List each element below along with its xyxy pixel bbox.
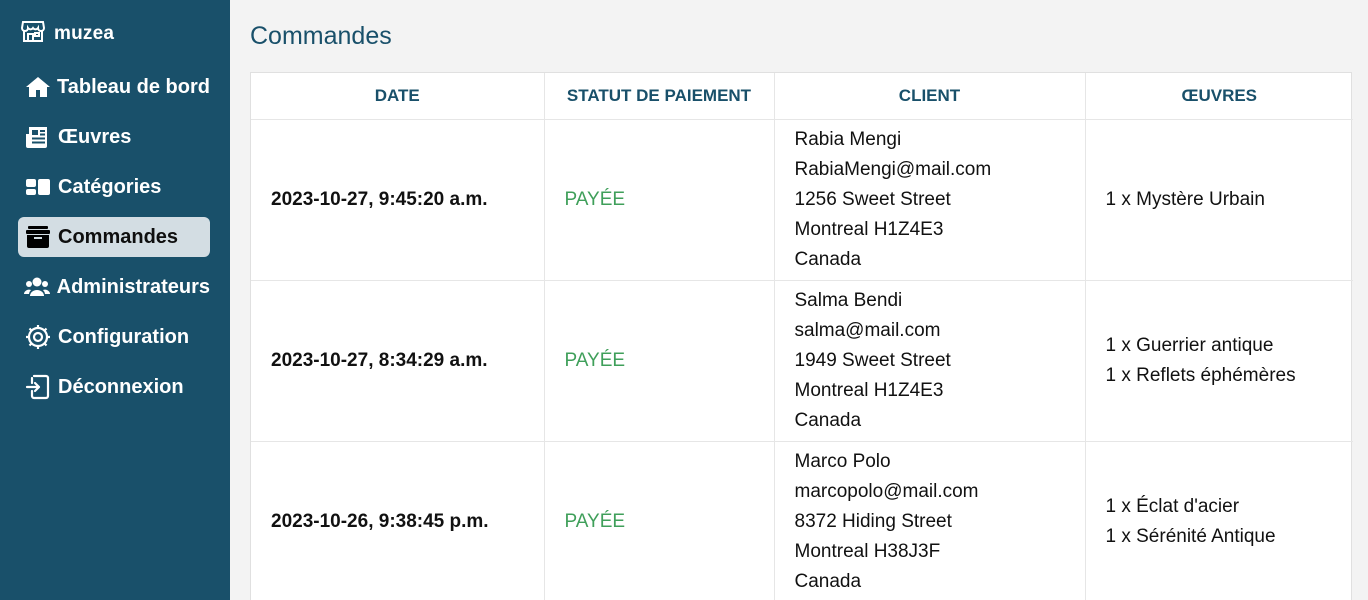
client-street: 1256 Sweet Street [794,188,951,210]
gear-icon [24,323,52,351]
sidebar-item-label: Catégories [58,175,162,198]
order-items: 1 x Mystère Urbain [1085,119,1353,281]
order-date: 2023-10-27, 8:34:29 a.m. [251,280,545,442]
table-row[interactable]: 2023-10-27, 9:45:20 a.m. PAYÉE Rabia Men… [251,119,1353,281]
newspaper-icon [24,123,52,151]
payment-status: PAYÉE [544,119,775,281]
sidebar-item-label: Administrateurs [56,275,210,298]
client-street: 1949 Sweet Street [794,349,951,371]
order-date: 2023-10-27, 9:45:20 a.m. [251,119,545,281]
sidebar-item-label: Tableau de bord [57,75,210,98]
sidebar-item-label: Œuvres [58,125,132,148]
client-email: RabiaMengi@mail.com [794,158,992,180]
client-country: Canada [794,570,862,592]
order-item: 1 x Sérénité Antique [1105,525,1276,547]
sidebar-item-label: Déconnexion [58,375,184,398]
client-name: Salma Bendi [794,289,903,311]
sidebar-item-configuration[interactable]: Configuration [18,317,210,357]
categories-icon [24,173,52,201]
sidebar-item-administrateurs[interactable]: Administrateurs [18,267,210,307]
client-info: Salma Bendi salma@mail.com 1949 Sweet St… [774,280,1086,442]
sidebar-nav: Tableau de bord Œuvres Catégories Comman… [18,67,210,417]
client-name: Rabia Mengi [794,128,902,150]
brand-logo[interactable]: muzea [20,18,114,49]
main-content: Commandes DATE STATUT DE PAIEMENT CLIENT… [230,0,1368,600]
logout-icon [24,373,52,401]
order-item: 1 x Guerrier antique [1105,334,1274,356]
sidebar-item-label: Configuration [58,325,190,348]
client-city: Montreal H1Z4E3 [794,218,944,240]
column-header-date[interactable]: DATE [251,73,545,120]
client-email: salma@mail.com [794,319,941,341]
orders-table: DATE STATUT DE PAIEMENT CLIENT ŒUVRES 20… [251,73,1353,600]
orders-table-container: DATE STATUT DE PAIEMENT CLIENT ŒUVRES 20… [250,72,1353,600]
column-header-payment-status[interactable]: STATUT DE PAIEMENT [544,73,775,120]
sidebar-item-categories[interactable]: Catégories [18,167,210,207]
order-item: 1 x Reflets éphémères [1105,364,1296,386]
table-row[interactable]: 2023-10-27, 8:34:29 a.m. PAYÉE Salma Ben… [251,280,1353,442]
client-info: Rabia Mengi RabiaMengi@mail.com 1256 Swe… [774,119,1086,281]
table-row[interactable]: 2023-10-26, 9:38:45 p.m. PAYÉE Marco Pol… [251,441,1353,600]
store-icon [20,18,46,49]
sidebar-item-deconnexion[interactable]: Déconnexion [18,367,210,407]
order-item: 1 x Mystère Urbain [1105,188,1265,210]
table-header-row: DATE STATUT DE PAIEMENT CLIENT ŒUVRES [251,73,1353,120]
client-email: marcopolo@mail.com [794,480,979,502]
client-info: Marco Polo marcopolo@mail.com 8372 Hidin… [774,441,1086,600]
client-street: 8372 Hiding Street [794,510,952,532]
brand-name: muzea [54,22,115,44]
order-item: 1 x Éclat d'acier [1105,495,1240,517]
home-icon [24,73,51,101]
payment-status: PAYÉE [544,441,775,600]
sidebar-item-commandes[interactable]: Commandes [18,217,210,257]
column-header-client[interactable]: CLIENT [774,73,1086,120]
client-name: Marco Polo [794,450,891,472]
sidebar-item-tableau-de-bord[interactable]: Tableau de bord [18,67,210,107]
order-items: 1 x Éclat d'acier 1 x Sérénité Antique [1085,441,1353,600]
sidebar-item-label: Commandes [58,225,179,248]
column-header-artworks[interactable]: ŒUVRES [1085,73,1353,120]
client-country: Canada [794,409,862,431]
client-city: Montreal H38J3F [794,540,941,562]
sidebar-item-oeuvres[interactable]: Œuvres [18,117,210,157]
page-title: Commandes [250,22,392,50]
order-date: 2023-10-26, 9:38:45 p.m. [251,441,545,600]
payment-status: PAYÉE [544,280,775,442]
client-country: Canada [794,248,862,270]
users-icon [24,273,51,301]
sidebar: muzea Tableau de bord Œuvres Catégories … [0,0,230,600]
order-items: 1 x Guerrier antique 1 x Reflets éphémèr… [1085,280,1353,442]
client-city: Montreal H1Z4E3 [794,379,944,401]
box-icon [24,223,52,251]
